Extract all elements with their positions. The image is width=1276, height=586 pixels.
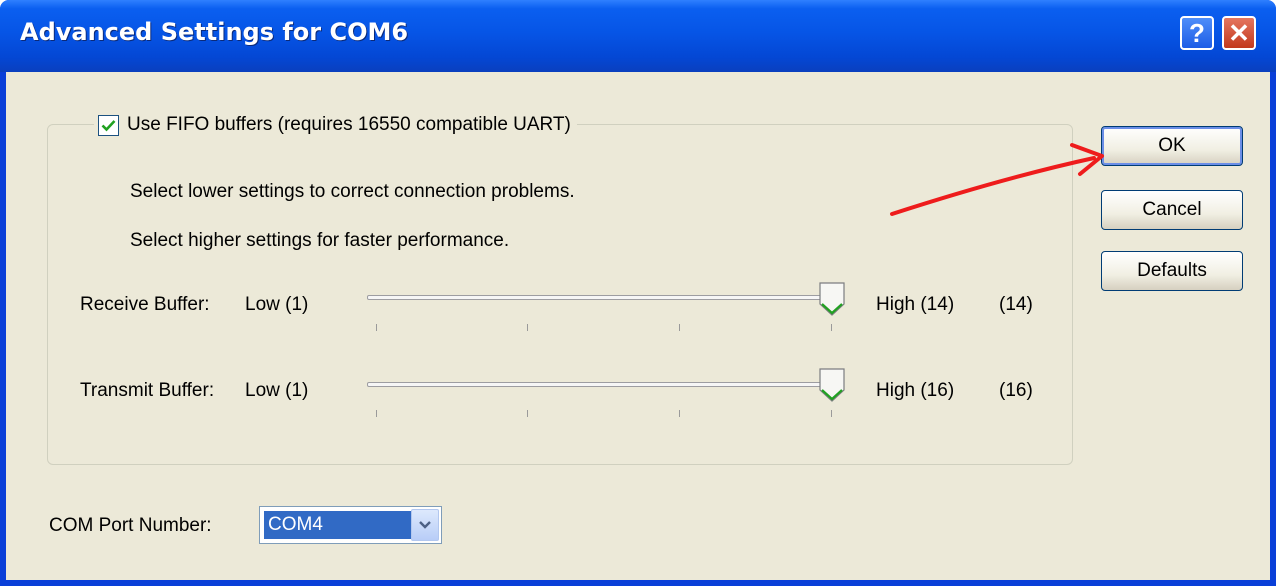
transmit-slider-thumb[interactable] — [819, 368, 845, 402]
transmit-slider-tick — [679, 410, 680, 417]
hint-higher-text: Select higher settings for faster perfor… — [130, 230, 510, 251]
ok-button[interactable]: OK — [1101, 126, 1243, 166]
receive-slider-track[interactable] — [367, 295, 841, 300]
receive-value-label: (14) — [999, 294, 1033, 315]
receive-buffer-label: Receive Buffer: — [80, 294, 210, 315]
transmit-buffer-label: Transmit Buffer: — [80, 380, 215, 401]
transmit-slider-tick — [527, 410, 528, 417]
receive-slider-tick — [376, 324, 377, 331]
com-port-selected-value: COM4 — [264, 511, 414, 539]
fifo-checkbox[interactable] — [98, 114, 119, 136]
transmit-value-label: (16) — [999, 380, 1033, 401]
close-icon: ✕ — [1228, 17, 1250, 48]
close-button[interactable]: ✕ — [1222, 16, 1256, 50]
help-button[interactable]: ? — [1180, 16, 1214, 50]
defaults-button[interactable]: Defaults — [1101, 251, 1243, 291]
com-port-label: COM Port Number: — [49, 515, 212, 536]
receive-low-label: Low (1) — [245, 294, 309, 315]
cancel-button[interactable]: Cancel — [1101, 190, 1243, 230]
receive-slider-thumb[interactable] — [819, 282, 845, 316]
transmit-slider-tick — [831, 410, 832, 417]
transmit-low-label: Low (1) — [245, 380, 309, 401]
receive-slider-tick — [527, 324, 528, 331]
dropdown-button[interactable] — [411, 509, 439, 541]
dialog-client-area: Use FIFO buffers (requires 16550 compati… — [6, 72, 1270, 580]
receive-slider-tick — [679, 324, 680, 331]
receive-high-label: High (14) — [876, 294, 955, 315]
transmit-slider-tick — [376, 410, 377, 417]
chevron-down-icon — [419, 521, 431, 529]
fifo-checkbox-label: Use FIFO buffers (requires 16550 compati… — [127, 114, 571, 135]
transmit-high-label: High (16) — [876, 380, 955, 401]
dialog-window: Advanced Settings for COM6 ? ✕ Use FIFO … — [0, 0, 1276, 586]
title-bar[interactable]: Advanced Settings for COM6 ? ✕ — [0, 0, 1276, 72]
checkmark-icon — [101, 119, 116, 131]
com-port-dropdown[interactable]: COM4 — [259, 506, 442, 544]
help-icon: ? — [1189, 17, 1205, 48]
fifo-checkbox-row[interactable]: Use FIFO buffers (requires 16550 compati… — [94, 114, 577, 136]
receive-slider-tick — [831, 324, 832, 331]
transmit-slider-track[interactable] — [367, 382, 841, 387]
hint-lower-text: Select lower settings to correct connect… — [130, 181, 575, 202]
window-title: Advanced Settings for COM6 — [20, 18, 409, 46]
